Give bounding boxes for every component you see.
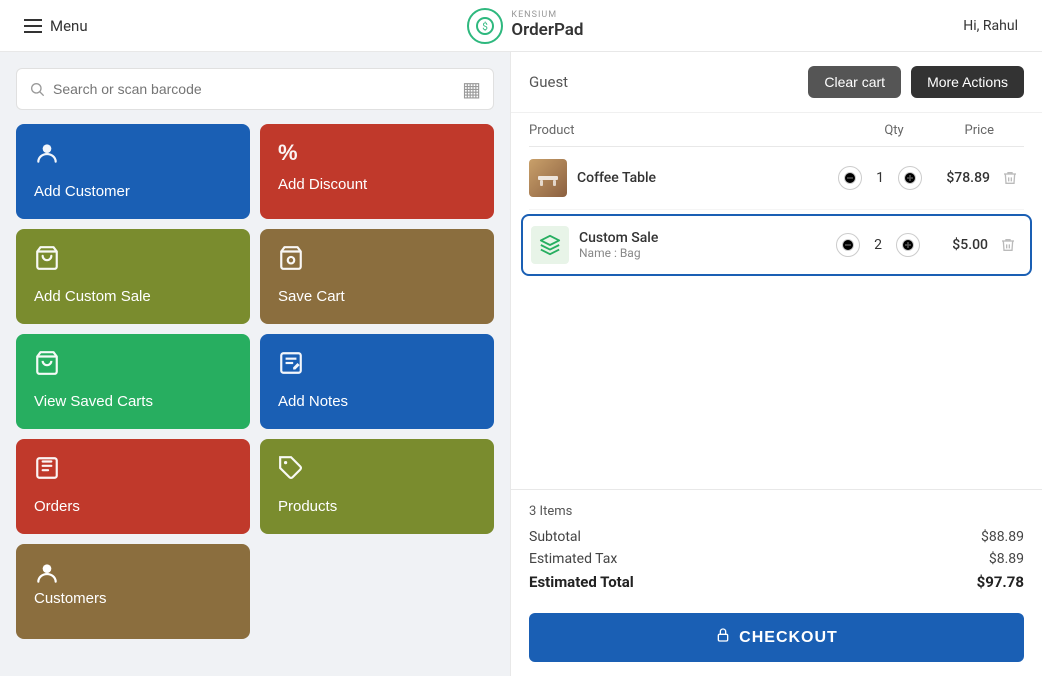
custom-sale-icon bbox=[531, 226, 569, 264]
customers-label: Customers bbox=[34, 590, 107, 607]
add-notes-label: Add Notes bbox=[278, 393, 348, 410]
tax-value: $8.89 bbox=[989, 551, 1024, 567]
cart-summary: 3 Items Subtotal $88.89 Estimated Tax $8… bbox=[511, 489, 1042, 603]
add-notes-button[interactable]: Add Notes bbox=[260, 334, 494, 429]
add-custom-sale-icon bbox=[34, 245, 60, 278]
add-customer-icon bbox=[34, 140, 60, 173]
cart-item-coffee-table: Coffee Table 1 $78.89 bbox=[529, 147, 1024, 210]
save-cart-label: Save Cart bbox=[278, 288, 345, 305]
header: Menu $ KENSIUM OrderPad Hi, Rahul bbox=[0, 0, 1042, 52]
clear-cart-button[interactable]: Clear cart bbox=[808, 66, 901, 98]
coffee-table-info: Coffee Table bbox=[577, 170, 830, 186]
logo-icon: $ bbox=[467, 8, 503, 44]
coffee-table-name: Coffee Table bbox=[577, 170, 830, 186]
total-label: Estimated Total bbox=[529, 573, 634, 591]
svg-text:$: $ bbox=[483, 20, 489, 33]
customers-icon bbox=[34, 560, 60, 590]
view-saved-carts-label: View Saved Carts bbox=[34, 393, 153, 410]
products-icon bbox=[278, 455, 304, 488]
items-count: 3 Items bbox=[529, 504, 1024, 519]
hamburger-menu-icon[interactable] bbox=[24, 19, 42, 33]
custom-sale-qty: 2 bbox=[868, 237, 888, 253]
cart-actions: Clear cart More Actions bbox=[808, 66, 1024, 98]
customers-button[interactable]: Customers bbox=[16, 544, 250, 639]
col-price-header: Price bbox=[944, 123, 1024, 138]
add-notes-icon bbox=[278, 350, 304, 383]
cart-table-header: Product Qty Price bbox=[529, 113, 1024, 147]
custom-sale-qty-increase[interactable] bbox=[896, 233, 920, 257]
cart-item-custom-sale: Custom Sale Name : Bag 2 $5.00 bbox=[521, 214, 1032, 276]
coffee-table-delete[interactable] bbox=[996, 170, 1024, 186]
checkout-area: CHECKOUT bbox=[511, 603, 1042, 676]
view-saved-carts-button[interactable]: View Saved Carts bbox=[16, 334, 250, 429]
custom-sale-name: Custom Sale bbox=[579, 230, 828, 246]
save-cart-icon bbox=[278, 245, 304, 278]
header-left: Menu bbox=[24, 17, 88, 35]
save-cart-button[interactable]: Save Cart bbox=[260, 229, 494, 324]
coffee-table-price: $78.89 bbox=[930, 170, 990, 186]
col-qty-header: Qty bbox=[844, 123, 944, 138]
logo-orderpad: OrderPad bbox=[511, 21, 583, 40]
add-customer-label: Add Customer bbox=[34, 183, 130, 200]
add-discount-icon: % bbox=[278, 140, 298, 166]
add-custom-sale-label: Add Custom Sale bbox=[34, 288, 151, 305]
main-content: ▦ Add Customer % Add Discount Add Cu bbox=[0, 52, 1042, 676]
custom-sale-qty-control: 2 bbox=[828, 233, 928, 257]
tax-row: Estimated Tax $8.89 bbox=[529, 551, 1024, 567]
add-discount-label: Add Discount bbox=[278, 176, 367, 193]
action-grid: Add Customer % Add Discount Add Custom S… bbox=[16, 124, 494, 534]
cart-guest-label: Guest bbox=[529, 73, 568, 91]
coffee-table-qty-control: 1 bbox=[830, 166, 930, 190]
lock-icon bbox=[715, 627, 731, 648]
cart-table: Product Qty Price Coffee Table bbox=[511, 113, 1042, 489]
logo-text: KENSIUM OrderPad bbox=[511, 11, 583, 40]
col-product-header: Product bbox=[529, 123, 844, 138]
custom-sale-delete[interactable] bbox=[994, 237, 1022, 253]
search-bar[interactable]: ▦ bbox=[16, 68, 494, 110]
left-panel: ▦ Add Customer % Add Discount Add Cu bbox=[0, 52, 510, 676]
checkout-button[interactable]: CHECKOUT bbox=[529, 613, 1024, 662]
search-input[interactable] bbox=[53, 81, 462, 97]
products-label: Products bbox=[278, 498, 337, 515]
coffee-table-qty-decrease[interactable] bbox=[838, 166, 862, 190]
subtotal-value: $88.89 bbox=[981, 529, 1024, 545]
more-actions-button[interactable]: More Actions bbox=[911, 66, 1024, 98]
add-custom-sale-button[interactable]: Add Custom Sale bbox=[16, 229, 250, 324]
custom-sale-price: $5.00 bbox=[928, 237, 988, 253]
customers-area: Customers bbox=[16, 544, 250, 639]
total-value: $97.78 bbox=[977, 573, 1024, 591]
logo: $ KENSIUM OrderPad bbox=[467, 8, 583, 44]
subtotal-label: Subtotal bbox=[529, 529, 581, 545]
products-button[interactable]: Products bbox=[260, 439, 494, 534]
add-discount-button[interactable]: % Add Discount bbox=[260, 124, 494, 219]
add-customer-button[interactable]: Add Customer bbox=[16, 124, 250, 219]
orders-label: Orders bbox=[34, 498, 80, 515]
cart-header: Guest Clear cart More Actions bbox=[511, 52, 1042, 113]
checkout-label: CHECKOUT bbox=[739, 629, 838, 647]
total-row: Estimated Total $97.78 bbox=[529, 573, 1024, 591]
orders-button[interactable]: Orders bbox=[16, 439, 250, 534]
subtotal-row: Subtotal $88.89 bbox=[529, 529, 1024, 545]
tax-label: Estimated Tax bbox=[529, 551, 617, 567]
view-saved-carts-icon bbox=[34, 350, 60, 383]
header-user-greeting: Hi, Rahul bbox=[963, 18, 1018, 34]
custom-sale-qty-decrease[interactable] bbox=[836, 233, 860, 257]
coffee-table-qty: 1 bbox=[870, 170, 890, 186]
barcode-icon: ▦ bbox=[462, 77, 481, 101]
orders-icon bbox=[34, 455, 60, 488]
search-icon bbox=[29, 81, 45, 97]
custom-sale-sub: Name : Bag bbox=[579, 246, 828, 260]
menu-label[interactable]: Menu bbox=[50, 17, 88, 35]
right-panel: Guest Clear cart More Actions Product Qt… bbox=[510, 52, 1042, 676]
coffee-table-qty-increase[interactable] bbox=[898, 166, 922, 190]
custom-sale-info: Custom Sale Name : Bag bbox=[579, 230, 828, 260]
coffee-table-image bbox=[529, 159, 567, 197]
